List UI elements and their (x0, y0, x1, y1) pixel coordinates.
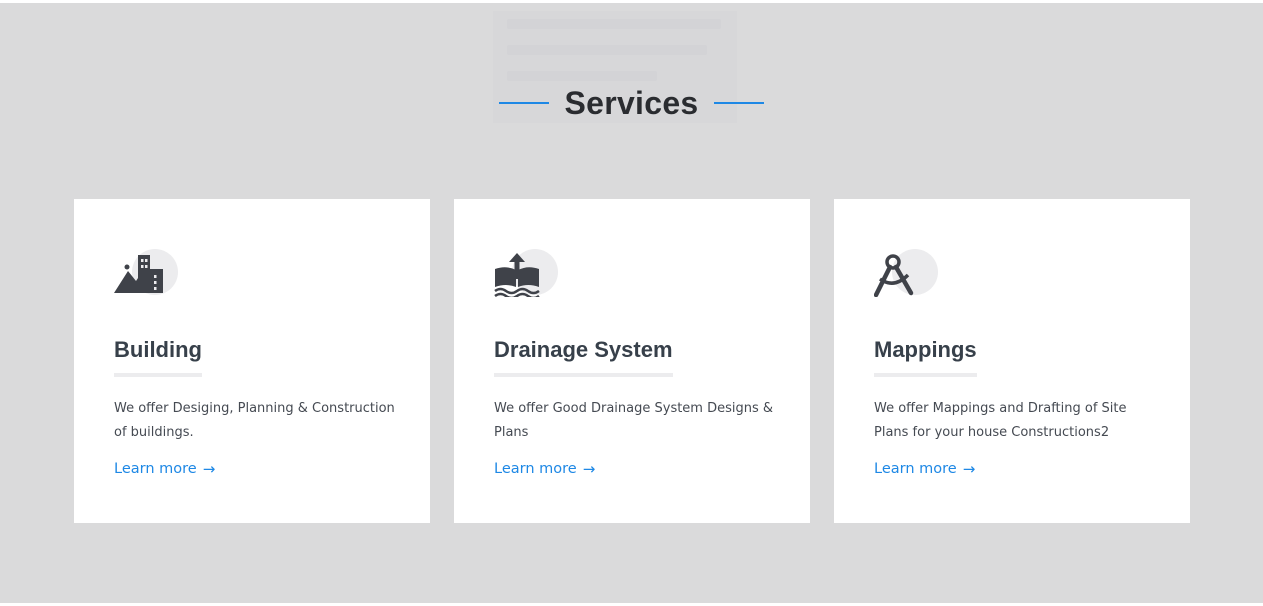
learn-more-label: Learn more (874, 461, 957, 477)
learn-more-label: Learn more (114, 461, 197, 477)
drafting-compass-icon (874, 249, 938, 299)
service-description: We offer Mappings and Drafting of Site P… (874, 401, 1127, 440)
learn-more-link[interactable]: Learn more → (494, 461, 595, 477)
arrow-right-icon: → (962, 459, 976, 478)
service-title: Mappings (874, 337, 977, 377)
service-card-building: Building We offer Desiging, Planning & C… (74, 199, 430, 523)
arrow-right-icon: → (582, 459, 596, 478)
learn-more-label: Learn more (494, 461, 577, 477)
service-card-mappings: Mappings We offer Mappings and Drafting … (834, 199, 1190, 523)
learn-more-link[interactable]: Learn more → (114, 461, 215, 477)
section-heading: Services (0, 81, 1263, 125)
heading-right-line (713, 102, 764, 104)
section-title: Services (564, 84, 699, 121)
learn-more-link[interactable]: Learn more → (874, 461, 975, 477)
service-card-drainage: Drainage System We offer Good Drainage S… (454, 199, 810, 523)
services-section: Services Building We offer Desiging, Pla… (0, 3, 1263, 603)
service-title: Drainage System (494, 337, 673, 377)
building-landscape-icon (114, 249, 178, 299)
arrow-right-icon: → (202, 459, 216, 478)
drainage-upload-icon (494, 249, 558, 299)
service-title: Building (114, 337, 202, 377)
service-description: We offer Good Drainage System Designs & … (494, 401, 774, 440)
heading-left-line (499, 102, 550, 104)
service-description: We offer Desiging, Planning & Constructi… (114, 401, 395, 440)
